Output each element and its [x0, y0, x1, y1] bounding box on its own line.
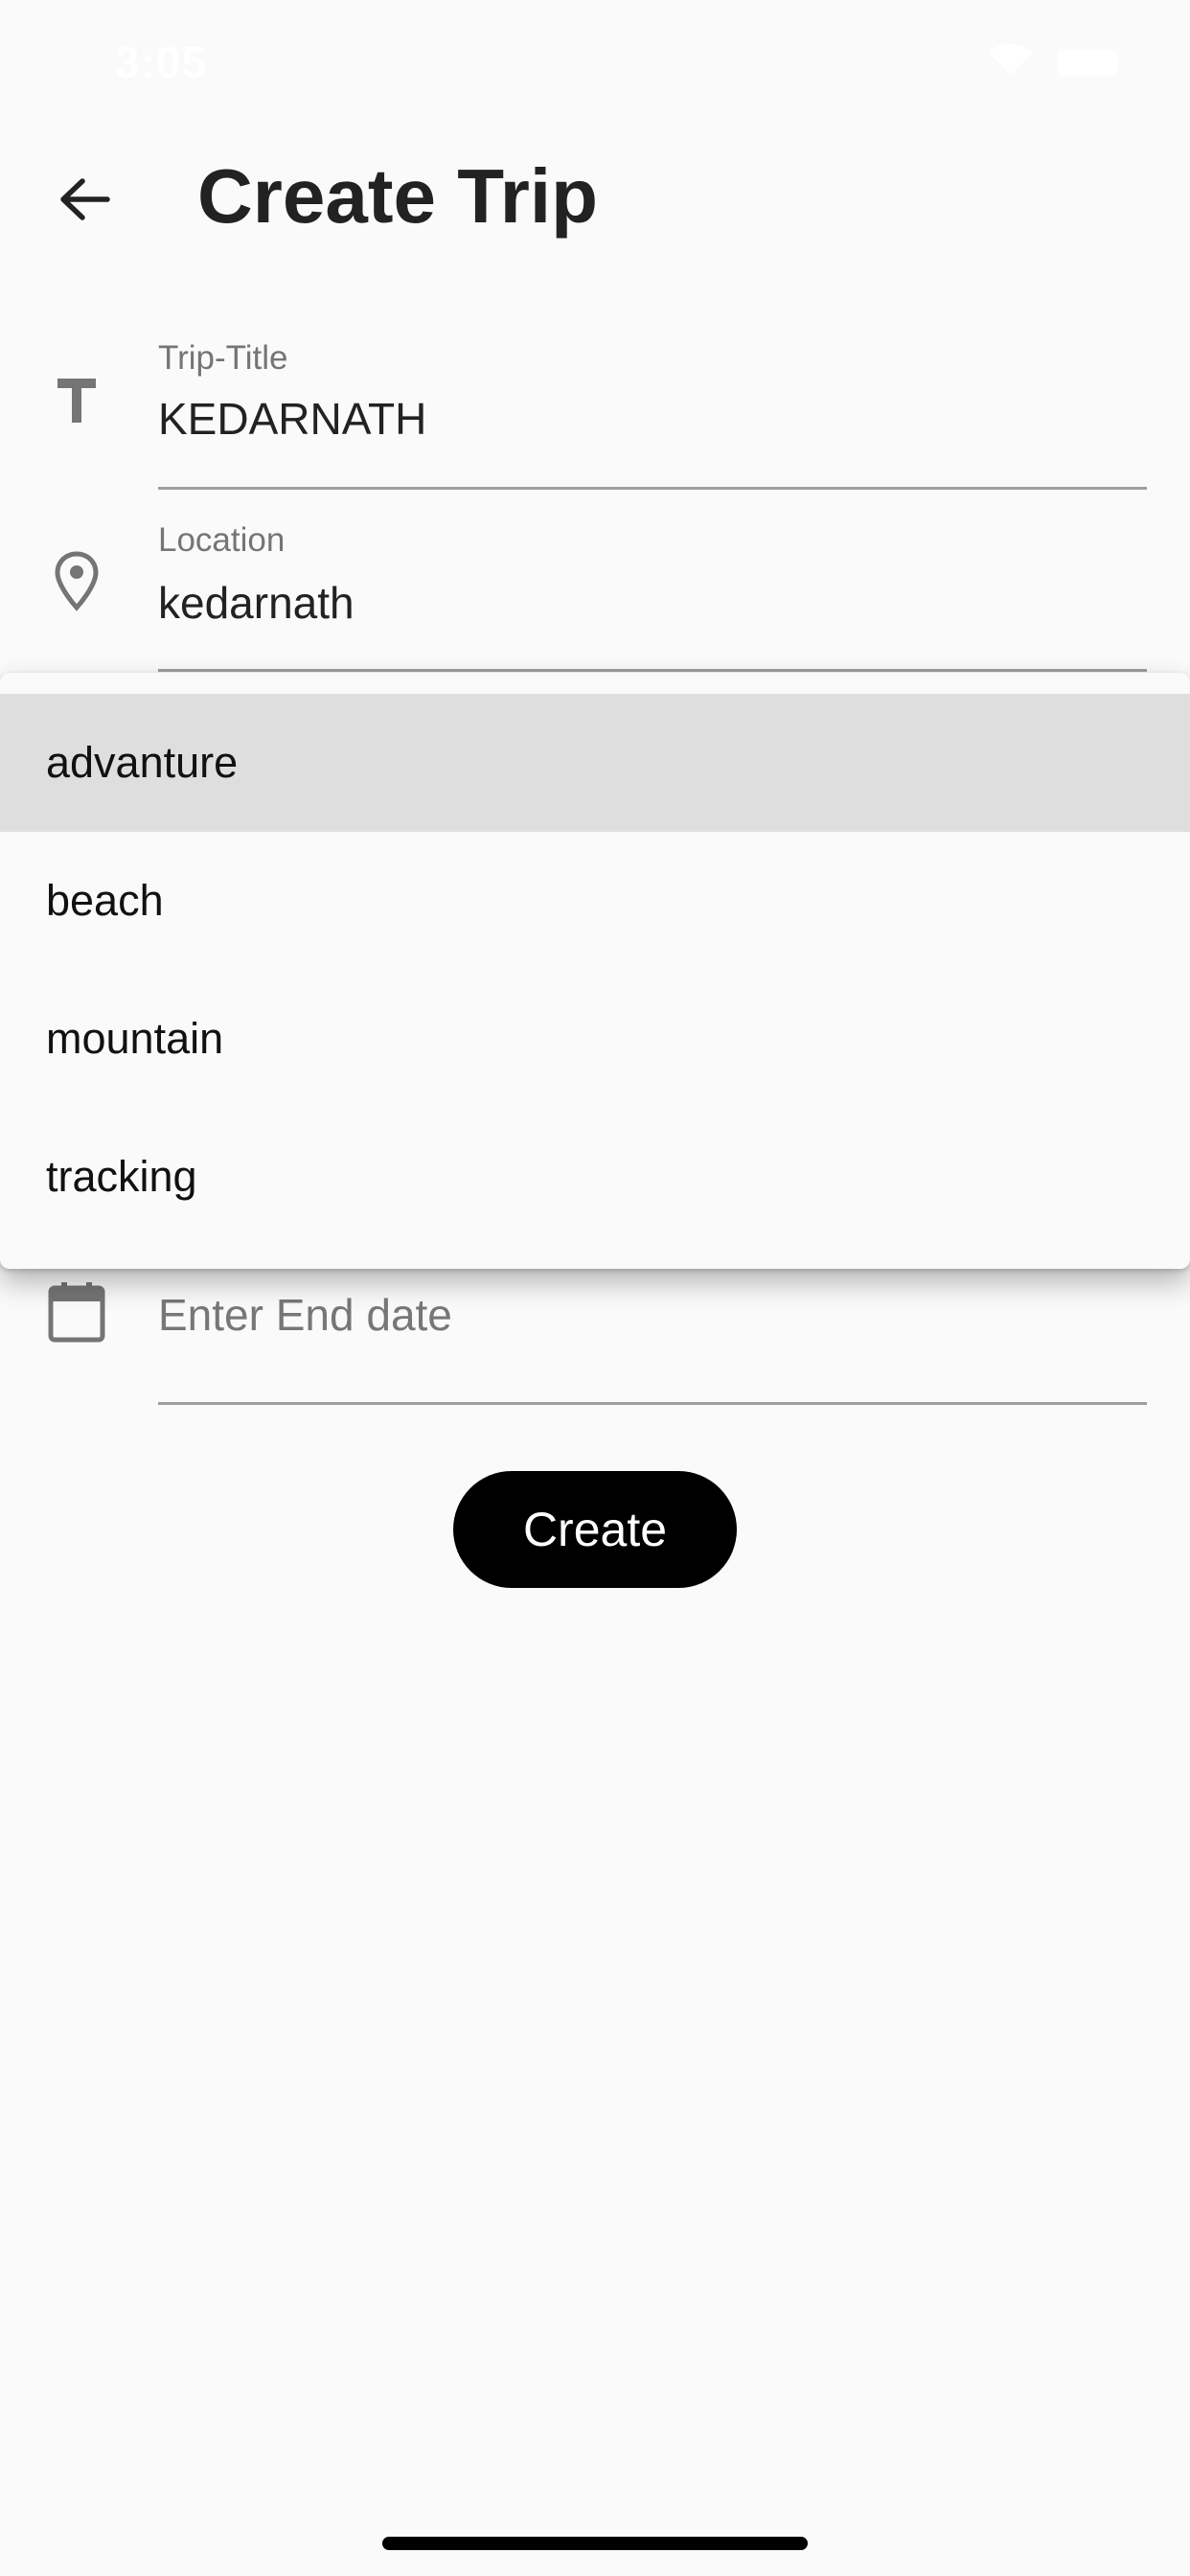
- dropdown-option-label: tracking: [46, 1152, 197, 1201]
- dropdown-option-label: beach: [46, 876, 164, 925]
- end-date-input[interactable]: [158, 1289, 1145, 1341]
- dropdown-option-label: advanture: [46, 738, 239, 787]
- dropdown-option-mountain[interactable]: mountain: [0, 970, 1190, 1108]
- page-title: Create Trip: [197, 153, 598, 239]
- create-button[interactable]: Create: [453, 1471, 737, 1588]
- status-time: 3:05: [115, 37, 208, 87]
- text-format-icon: [46, 370, 107, 431]
- end-date-field[interactable]: [0, 1270, 1190, 1409]
- location-label: Location: [158, 521, 286, 559]
- trip-title-underline: [158, 487, 1147, 490]
- dropdown-option-tracking[interactable]: tracking: [0, 1108, 1190, 1246]
- category-dropdown-menu: advanture beach mountain tracking: [0, 673, 1190, 1269]
- status-bar: 3:05: [0, 0, 1190, 125]
- end-date-underline: [158, 1402, 1147, 1405]
- trip-title-input[interactable]: [158, 393, 1145, 445]
- battery-icon: [1057, 50, 1118, 77]
- location-field[interactable]: Location: [0, 508, 1190, 676]
- wifi-icon: [989, 43, 1033, 75]
- back-button[interactable]: [42, 161, 126, 238]
- location-underline: [158, 669, 1147, 672]
- calendar-icon: [46, 1281, 107, 1343]
- trip-title-label: Trip-Title: [158, 339, 288, 377]
- location-pin-icon: [46, 550, 107, 611]
- dropdown-option-label: mountain: [46, 1014, 224, 1063]
- home-indicator[interactable]: [382, 2537, 808, 2550]
- location-input[interactable]: [158, 577, 1145, 629]
- dropdown-option-beach[interactable]: beach: [0, 832, 1190, 970]
- dropdown-option-advanture[interactable]: advanture: [0, 694, 1190, 832]
- create-trip-screen: 3:05 Create Trip Trip-Title Location: [0, 0, 1190, 2576]
- arrow-left-icon: [60, 178, 110, 220]
- trip-title-field[interactable]: Trip-Title: [0, 326, 1190, 494]
